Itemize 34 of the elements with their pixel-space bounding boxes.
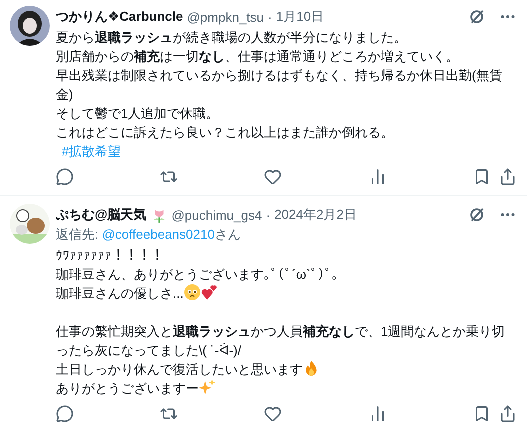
share-button[interactable] (499, 168, 517, 186)
heart-icon (264, 168, 282, 186)
user-name[interactable]: つかりん❖Carbuncle (56, 8, 184, 26)
post-date[interactable]: 1月10日 (276, 8, 324, 26)
tweet-text: ありがとうございますー (56, 381, 199, 396)
tweet-text: 土日しっかり休んで復活したいと思います (56, 362, 303, 377)
post-date[interactable]: 2024年2月2日 (274, 206, 357, 224)
tweet-text: ｳﾜｧｧｧｧｧｧ！！！！ (56, 248, 164, 263)
fire-icon (303, 360, 320, 377)
share-button[interactable] (499, 405, 517, 423)
separator-dot: · (266, 208, 271, 222)
tweet-text: 夏から退職ラッシュが続き職場の人数が半分になりました。 (56, 30, 407, 45)
tweet-text: 珈琲豆さんの優しさ... (56, 286, 184, 301)
slashed-circle-icon[interactable] (469, 207, 485, 223)
user-handle[interactable]: @pmpkn_tsu (187, 10, 264, 24)
reply-to-text: 返信先: @coffeebeans0210さん (56, 226, 242, 244)
sparkles-icon (199, 379, 216, 396)
tweet-text: これはどこに訴えたら良い？これ以上はまた誰か倒れる。 (56, 125, 394, 140)
share-icon (499, 168, 517, 186)
share-icon (499, 405, 517, 423)
tweet-text: 早出残業は制限されているから捌けるはずもなく、持ち帰るか休日出勤(無賃金) (56, 68, 502, 102)
tweet-text: 珈琲豆さん、ありがとうございます｡ﾟ(ﾟ´ω`ﾟ)ﾟ｡ (56, 267, 339, 282)
user-handle[interactable]: @puchimu_gs4 (172, 208, 262, 222)
tweet-text: そして鬱で1人追加で休職。 (56, 106, 220, 121)
hearts-icon (200, 284, 218, 301)
pleading-face-icon (184, 284, 201, 301)
speech-bubble-icon (56, 405, 74, 423)
user-name[interactable]: ぷちむ@脳天気 (56, 206, 147, 224)
slashed-circle-icon[interactable] (469, 9, 485, 25)
separator-dot: · (268, 10, 272, 24)
tweet-text: 別店舗からの補充は一切なし、仕事は通常通りどころか増えていく。 (56, 49, 459, 64)
heart-icon (264, 405, 282, 423)
tweet-text: 仕事の繁忙期突入と退職ラッシュかつ人員補充なしで、1週間なんとか乗り切ったら灰になってました\( ˙-ᐛ-)/ (56, 324, 506, 358)
speech-bubble-icon (56, 168, 74, 186)
